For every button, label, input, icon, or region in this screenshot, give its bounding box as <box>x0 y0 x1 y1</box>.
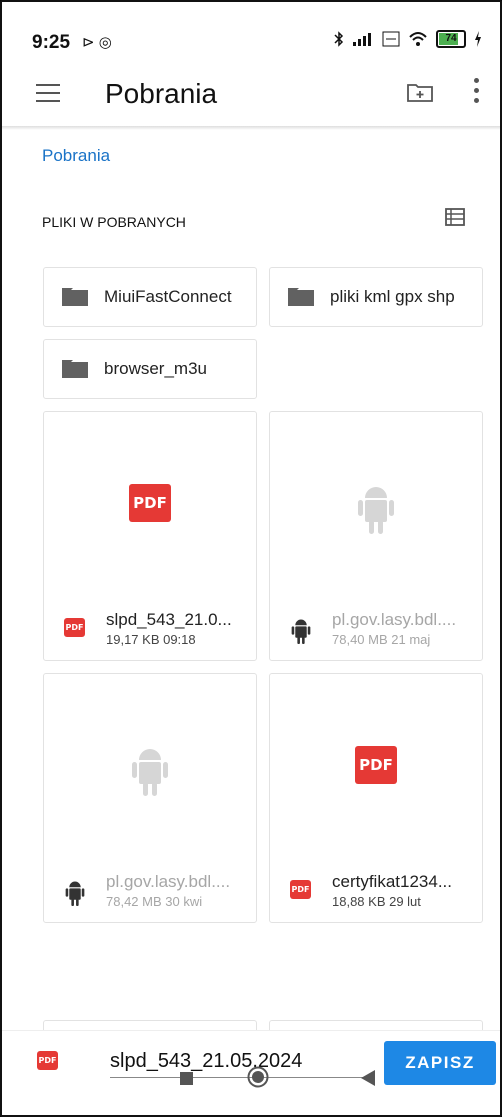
more-vert-icon[interactable] <box>472 78 480 108</box>
folder-item[interactable]: pliki kml gpx shp <box>269 267 483 327</box>
file-card[interactable]: pl.gov.lasy.bdl.... 78,40 MB 21 maj <box>269 411 483 661</box>
pdf-icon: PDF <box>129 484 171 522</box>
battery-icon: 74 <box>436 30 466 48</box>
file-meta: pl.gov.lasy.bdl.... 78,40 MB 21 maj <box>288 610 474 650</box>
navigation-bar <box>2 1090 500 1115</box>
file-card[interactable]: PDF PDF slpd_543_21.0... 19,17 KB 09:18 <box>43 411 257 661</box>
file-name: slpd_543_21.0... <box>106 610 232 629</box>
folder-icon <box>288 288 314 306</box>
filename-input[interactable] <box>110 1045 374 1078</box>
pdf-icon: PDF <box>355 746 397 784</box>
bluetooth-icon <box>334 31 344 47</box>
list-view-icon[interactable] <box>445 208 465 226</box>
wifi-icon <box>409 32 427 46</box>
section-title: PLIKI W POBRANYCH <box>42 214 186 230</box>
home-icon[interactable] <box>247 1066 269 1088</box>
pdf-small-icon: PDF <box>64 618 85 637</box>
new-folder-icon[interactable] <box>407 82 433 102</box>
notification-icons: ⊳ ◎ <box>82 34 112 51</box>
recents-icon[interactable] <box>180 1072 193 1085</box>
folder-label: pliki kml gpx shp <box>330 287 455 306</box>
folder-icon <box>62 288 88 306</box>
pdf-small-icon: PDF <box>290 880 311 899</box>
android-small-icon <box>291 619 311 644</box>
file-info: 18,88 KB 29 lut <box>332 894 421 909</box>
file-info: 78,42 MB 30 kwi <box>106 894 203 909</box>
folder-item[interactable]: browser_m3u <box>43 339 257 399</box>
hamburger-icon[interactable] <box>36 84 60 102</box>
status-time: 9:25 <box>32 32 71 53</box>
folder-label: MiuiFastConnect <box>104 287 232 306</box>
file-name: certyfikat1234... <box>332 872 453 891</box>
back-icon[interactable] <box>360 1069 376 1087</box>
android-icon <box>132 749 168 796</box>
android-icon <box>358 487 394 534</box>
charging-icon <box>475 31 481 47</box>
breadcrumb[interactable]: Pobrania <box>42 146 110 166</box>
file-name: pl.gov.lasy.bdl.... <box>106 872 231 891</box>
folder-item[interactable]: MiuiFastConnect <box>43 267 257 327</box>
app-toolbar: Pobrania <box>2 70 500 120</box>
android-small-icon <box>65 881 85 906</box>
file-meta: PDF slpd_543_21.0... 19,17 KB 09:18 <box>62 610 248 650</box>
file-meta: pl.gov.lasy.bdl.... 78,42 MB 30 kwi <box>62 872 248 912</box>
page-title: Pobrania <box>105 78 218 109</box>
file-card[interactable]: pl.gov.lasy.bdl.... 78,42 MB 30 kwi <box>43 673 257 923</box>
toolbar-divider <box>2 126 500 130</box>
status-right-icons: 74 <box>334 30 482 48</box>
vowifi-icon <box>382 31 400 47</box>
status-bar: 9:25 ⊳ ◎ 74 <box>2 2 500 80</box>
file-info: 78,40 MB 21 maj <box>332 632 431 647</box>
folder-label: browser_m3u <box>104 359 207 378</box>
file-info: 19,17 KB 09:18 <box>106 632 196 647</box>
signal-icon <box>353 33 371 46</box>
pdf-small-icon: PDF <box>37 1051 58 1070</box>
battery-level: 74 <box>445 33 457 44</box>
file-name: pl.gov.lasy.bdl.... <box>332 610 457 629</box>
folder-icon <box>62 360 88 378</box>
save-button[interactable]: ZAPISZ <box>384 1041 496 1085</box>
screen: 9:25 ⊳ ◎ 74 Pobrania Pobrania PLIKI W PO… <box>0 0 502 1117</box>
file-meta: PDF certyfikat1234... 18,88 KB 29 lut <box>288 872 474 912</box>
file-card[interactable]: PDF PDF certyfikat1234... 18,88 KB 29 lu… <box>269 673 483 923</box>
